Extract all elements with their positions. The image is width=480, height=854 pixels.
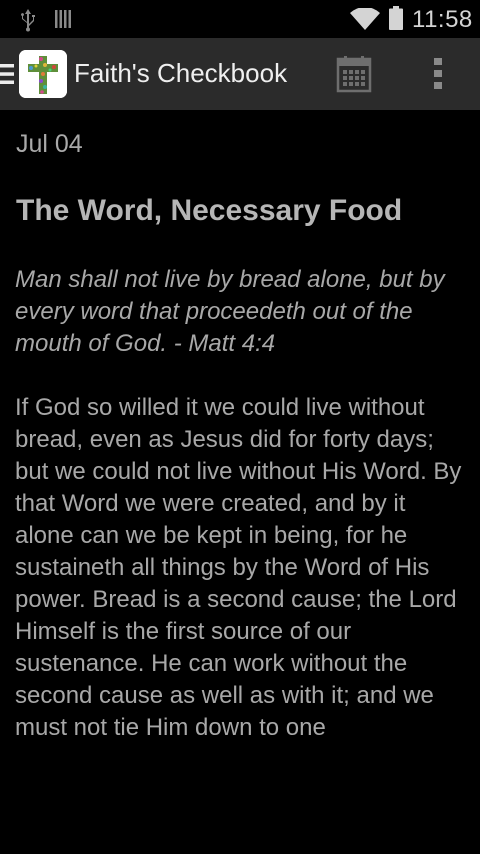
devotional-content[interactable]: Jul 04 The Word, Necessary Food Man shal… (0, 110, 480, 854)
devotional-body: If God so willed it we could live withou… (15, 394, 462, 741)
cross-logo-icon (19, 50, 67, 98)
status-time: 11:58 (412, 6, 473, 33)
calendar-icon[interactable] (334, 54, 374, 94)
hamburger-menu-icon[interactable] (0, 62, 14, 86)
more-vertical-icon[interactable] (420, 54, 456, 94)
wifi-icon (350, 8, 380, 30)
app-title: Faith's Checkbook (74, 58, 288, 88)
usb-icon (21, 9, 35, 32)
status-bar: 11:58 (0, 0, 480, 38)
devotional-date: Jul 04 (16, 130, 83, 158)
battery-icon (389, 6, 403, 30)
signal-bars-icon (55, 10, 71, 28)
app-logo[interactable] (19, 50, 67, 98)
devotional-title: The Word, Necessary Food (16, 194, 403, 227)
action-bar: Faith's Checkbook (0, 38, 480, 110)
devotional-verse: Man shall not live by bread alone, but b… (15, 266, 445, 357)
